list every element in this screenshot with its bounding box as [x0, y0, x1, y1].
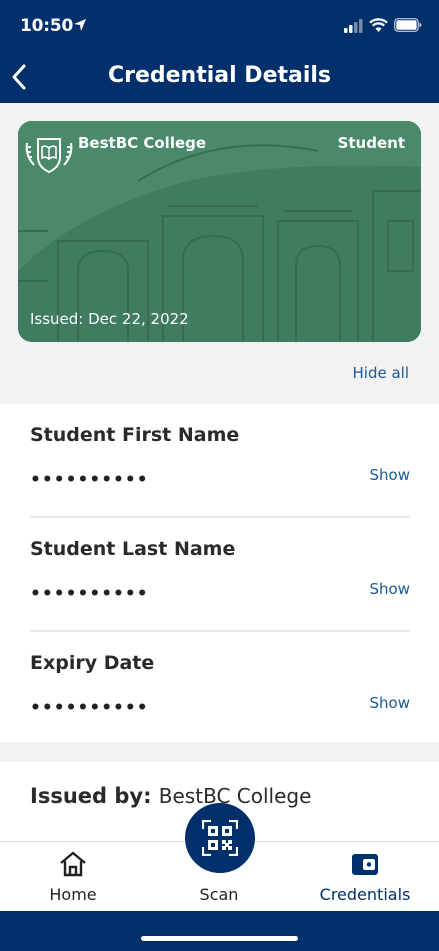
- cellular-signal-icon: [344, 19, 363, 33]
- attribute-value-hidden: ••••••••••: [30, 698, 149, 718]
- card-issued-date: Issued: Dec 22, 2022: [30, 310, 189, 328]
- show-button[interactable]: Show: [370, 580, 410, 598]
- attribute-row: Student Last Name •••••••••• Show: [30, 516, 410, 630]
- home-icon: [60, 851, 86, 877]
- card-background-illustration: [18, 121, 421, 342]
- scan-button[interactable]: [185, 803, 255, 873]
- home-indicator[interactable]: [141, 936, 298, 941]
- card-organization: BestBC College: [78, 134, 207, 152]
- nav-label-scan: Scan: [199, 885, 239, 904]
- page-title: Credential Details: [107, 63, 332, 88]
- attribute-row: Student First Name •••••••••• Show: [30, 404, 410, 518]
- home-indicator-bar: [0, 911, 439, 951]
- wifi-icon: [369, 18, 388, 32]
- issued-by-label: Issued by:: [30, 784, 152, 808]
- issued-by: Issued by: BestBC College: [30, 784, 311, 808]
- nav-label-credentials: Credentials: [319, 885, 411, 904]
- attribute-list: Student First Name •••••••••• Show Stude…: [0, 404, 439, 742]
- nav-label-home: Home: [49, 885, 97, 904]
- college-shield-logo: [25, 138, 73, 174]
- nav-item-home[interactable]: Home: [0, 842, 146, 912]
- attribute-label: Expiry Date: [30, 652, 155, 674]
- show-button[interactable]: Show: [370, 694, 410, 712]
- nav-item-credentials[interactable]: Credentials: [292, 842, 438, 912]
- attribute-value-hidden: ••••••••••: [30, 584, 149, 604]
- qr-code-icon: [202, 820, 238, 856]
- location-arrow-icon: [74, 19, 86, 31]
- show-button[interactable]: Show: [370, 466, 410, 484]
- attribute-value-hidden: ••••••••••: [30, 470, 149, 490]
- battery-icon: [394, 18, 422, 32]
- issued-by-value: BestBC College: [158, 784, 312, 808]
- status-time: 10:50: [20, 16, 74, 36]
- top-bar: 10:50 Credential Details: [0, 0, 439, 103]
- attribute-label: Student First Name: [30, 424, 240, 446]
- wallet-icon: [352, 854, 378, 875]
- card-credential-type: Student: [337, 134, 405, 152]
- attribute-row: Expiry Date •••••••••• Show: [30, 630, 410, 744]
- attribute-label: Student Last Name: [30, 538, 236, 560]
- credential-card[interactable]: BestBC College Student Issued: Dec 22, 2…: [18, 121, 421, 342]
- hide-all-button[interactable]: Hide all: [353, 364, 410, 382]
